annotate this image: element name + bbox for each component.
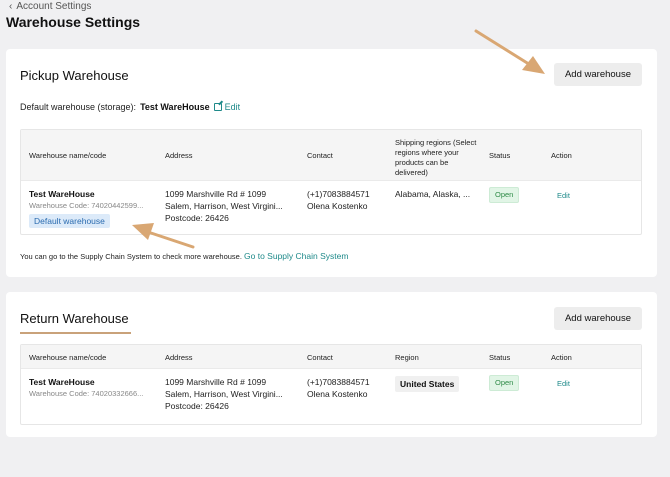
col-action: Action xyxy=(551,151,572,160)
action-edit-label: Edit xyxy=(557,191,570,200)
address-line-2: Salem, Harrison, West Virgini... xyxy=(165,389,283,399)
table-header: Warehouse name/code Address Contact Regi… xyxy=(21,345,641,369)
warehouse-cell: Test WareHouse Warehouse Code: 740204425… xyxy=(29,188,143,228)
supply-chain-note-text: You can go to the Supply Chain System to… xyxy=(20,252,242,261)
col-region: Region xyxy=(395,353,419,362)
pickup-warehouse-title: Pickup Warehouse xyxy=(20,68,129,83)
chevron-left-icon: ‹ xyxy=(9,1,13,12)
contact-phone: (+1)7083884571 xyxy=(307,377,370,387)
add-pickup-warehouse-button[interactable]: Add warehouse xyxy=(553,63,642,86)
col-address: Address xyxy=(165,353,193,362)
col-status: Status xyxy=(489,151,511,160)
contact-name: Olena Kostenko xyxy=(307,389,368,399)
breadcrumb-account-settings[interactable]: Account Settings xyxy=(16,1,91,12)
breadcrumb[interactable]: ‹ Account Settings xyxy=(9,1,91,12)
status-badge: Open xyxy=(489,187,520,203)
go-to-supply-chain-link[interactable]: Go to Supply Chain System xyxy=(244,251,348,261)
pickup-warehouse-card: Pickup Warehouse Add warehouse Default w… xyxy=(6,49,657,277)
default-warehouse-badge: Default warehouse xyxy=(29,214,110,228)
address-line-2: Salem, Harrison, West Virgini... xyxy=(165,201,283,211)
contact-name: Olena Kostenko xyxy=(307,201,368,211)
edit-default-warehouse-link[interactable]: Edit xyxy=(213,102,241,112)
page-title: Warehouse Settings xyxy=(6,14,141,30)
col-warehouse-name: Warehouse name/code xyxy=(29,353,107,362)
contact-cell: (+1)7083884571 Olena Kostenko xyxy=(307,188,370,212)
default-warehouse-line: Default warehouse (storage): Test WareHo… xyxy=(20,102,240,112)
col-contact: Contact xyxy=(307,353,333,362)
region-tag: United States xyxy=(395,376,460,392)
return-warehouse-title-text: Return Warehouse xyxy=(20,311,129,326)
edit-icon xyxy=(213,103,222,111)
return-warehouse-card: Return Warehouse Add warehouse Warehouse… xyxy=(6,292,657,437)
edit-return-warehouse-link[interactable]: Edit xyxy=(557,377,570,390)
col-address: Address xyxy=(165,151,193,160)
default-warehouse-label: Default warehouse (storage): xyxy=(20,102,137,112)
supply-chain-note: You can go to the Supply Chain System to… xyxy=(20,251,348,261)
address-postcode: Postcode: 26426 xyxy=(165,401,229,411)
status-cell: Open xyxy=(489,187,520,203)
edit-pickup-warehouse-link[interactable]: Edit xyxy=(557,189,570,202)
status-cell: Open xyxy=(489,375,520,391)
pickup-warehouse-table: Warehouse name/code Address Contact Ship… xyxy=(20,129,642,235)
status-badge: Open xyxy=(489,375,520,391)
col-action: Action xyxy=(551,353,572,362)
warehouse-code: Warehouse Code: 74020332666... xyxy=(29,389,144,398)
contact-cell: (+1)7083884571 Olena Kostenko xyxy=(307,376,370,400)
title-underline xyxy=(20,332,131,334)
address-cell: 1099 Marshville Rd # 1099 Salem, Harriso… xyxy=(165,188,283,224)
warehouse-name: Test WareHouse xyxy=(29,189,95,199)
contact-phone: (+1)7083884571 xyxy=(307,189,370,199)
col-warehouse-name: Warehouse name/code xyxy=(29,151,107,160)
warehouse-cell: Test WareHouse Warehouse Code: 740203326… xyxy=(29,376,143,400)
table-header: Warehouse name/code Address Contact Ship… xyxy=(21,130,641,181)
col-contact: Contact xyxy=(307,151,333,160)
warehouse-name: Test WareHouse xyxy=(29,377,95,387)
action-edit-label: Edit xyxy=(557,379,570,388)
address-line-1: 1099 Marshville Rd # 1099 xyxy=(165,189,267,199)
col-status: Status xyxy=(489,353,511,362)
return-warehouse-table: Warehouse name/code Address Contact Regi… xyxy=(20,344,642,425)
region-cell: United States xyxy=(395,376,460,392)
shipping-regions-cell: Alabama, Alaska, ... xyxy=(395,189,471,199)
default-warehouse-name: Test WareHouse xyxy=(140,102,210,112)
address-line-1: 1099 Marshville Rd # 1099 xyxy=(165,377,267,387)
warehouse-code: Warehouse Code: 74020442599... xyxy=(29,201,144,210)
add-return-warehouse-button[interactable]: Add warehouse xyxy=(553,307,642,330)
address-cell: 1099 Marshville Rd # 1099 Salem, Harriso… xyxy=(165,376,283,412)
edit-label: Edit xyxy=(224,102,241,112)
return-warehouse-title: Return Warehouse xyxy=(20,311,131,334)
address-postcode: Postcode: 26426 xyxy=(165,213,229,223)
col-shipping-regions: Shipping regions (Select regions where y… xyxy=(395,138,477,177)
